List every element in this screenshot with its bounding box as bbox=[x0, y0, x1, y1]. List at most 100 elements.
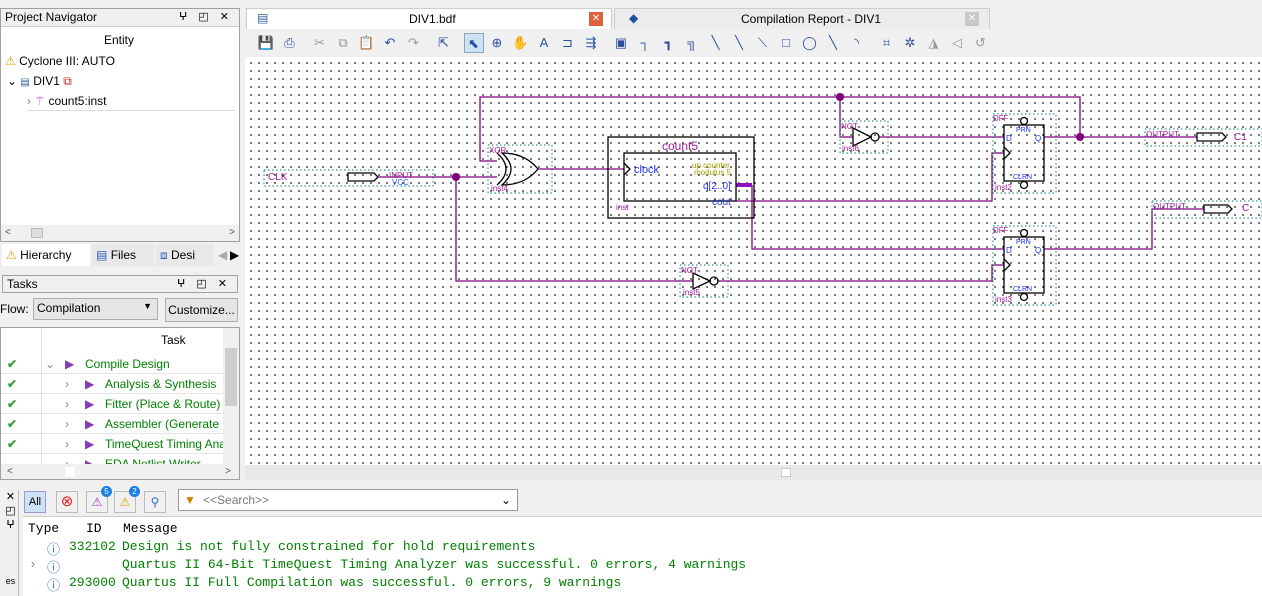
redo-icon[interactable]: ↷ bbox=[404, 33, 424, 53]
column-type[interactable]: Type bbox=[28, 521, 59, 536]
schematic-canvas[interactable]: CLK INPUT VCC XOR inst4 count5 clock up … bbox=[245, 57, 1262, 465]
close-tab-button[interactable]: ✕ bbox=[965, 12, 979, 26]
tab-scroll-right[interactable]: ▶ bbox=[226, 244, 239, 266]
messages-side-controls[interactable]: ✕ ◰ ⵖ es bbox=[3, 490, 19, 596]
vertical-scrollbar[interactable] bbox=[223, 328, 239, 464]
chevron-right-icon[interactable]: › bbox=[65, 394, 69, 413]
not-gate-inst5[interactable] bbox=[692, 271, 719, 291]
editor-tab-compilation-report[interactable]: ◆ Compilation Report - DIV1 ✕ bbox=[614, 8, 990, 29]
task-row[interactable]: ✔ › ▶ Assembler (Generate programming files… bbox=[1, 414, 223, 434]
rotate-icon[interactable]: ↺ bbox=[971, 33, 991, 53]
customize-button[interactable]: Customize... bbox=[165, 298, 238, 322]
wire-q-bus bbox=[751, 185, 1004, 250]
input-pin-symbol[interactable] bbox=[347, 172, 379, 182]
node-tool-icon[interactable]: ╲ bbox=[706, 33, 726, 53]
child-entity-row[interactable]: › ⚚ count5:inst bbox=[27, 91, 235, 111]
arc-tool-icon[interactable]: ◝ bbox=[847, 33, 867, 53]
top-entity-row[interactable]: ⌄ ▤ DIV1 ⧉ bbox=[7, 71, 235, 91]
column-id[interactable]: ID bbox=[86, 521, 102, 536]
device-row[interactable]: ⚠ Cyclone III: AUTO bbox=[5, 51, 115, 71]
task-row[interactable]: ✔ ⌄ ▶ Compile Design bbox=[1, 354, 223, 374]
dff1-clrn: CLRN bbox=[1013, 174, 1032, 181]
rectangle-tool-icon[interactable]: □ bbox=[776, 33, 796, 53]
hierarchy-up-icon[interactable]: ⇱ bbox=[434, 33, 454, 53]
port-cout: cout bbox=[712, 197, 731, 208]
copy-icon[interactable]: ⧉ bbox=[333, 33, 353, 53]
bus-tool-icon[interactable]: ╲ bbox=[729, 33, 749, 53]
text-tool-icon[interactable]: A bbox=[534, 33, 554, 53]
panel-controls[interactable]: ⵖ ◰ ✕ bbox=[177, 276, 231, 292]
flip-vertical-icon[interactable]: ◁ bbox=[947, 33, 967, 53]
filter-warning-button[interactable]: ⚠ 2 bbox=[114, 486, 140, 513]
schematic-diagram[interactable]: CLK INPUT VCC XOR inst4 count5 clock up … bbox=[245, 57, 1262, 465]
panel-controls[interactable]: ⵖ ◰ ✕ bbox=[179, 9, 233, 25]
flip-horizontal-icon[interactable]: ◮ bbox=[924, 33, 944, 53]
line-tool-icon[interactable]: ╲ bbox=[823, 33, 843, 53]
block-tool-icon[interactable]: ▣ bbox=[611, 33, 631, 53]
xor-gate[interactable] bbox=[496, 152, 539, 186]
filter-critical-warning-button[interactable]: ⚠ 5 bbox=[86, 486, 112, 513]
filter-all-button[interactable]: All bbox=[24, 491, 46, 513]
warning-icon: ⚠ bbox=[5, 54, 16, 68]
column-message[interactable]: Message bbox=[123, 521, 178, 536]
chevron-down-icon[interactable]: ⌄ bbox=[7, 74, 17, 88]
zoom-tool-icon[interactable]: ⊕ bbox=[487, 33, 507, 53]
filter-error-button[interactable]: ⊗ bbox=[56, 491, 78, 513]
entity-column-header[interactable]: Entity bbox=[1, 33, 237, 47]
dff2-clrn: CLRN bbox=[1013, 286, 1032, 293]
conduit-tool-icon[interactable]: ⟍ bbox=[753, 33, 773, 53]
symbol-tool-icon[interactable]: ⊐ bbox=[558, 33, 578, 53]
paste-icon[interactable]: 📋 bbox=[357, 33, 377, 53]
chevron-right-icon[interactable]: › bbox=[65, 374, 69, 393]
orthogonal-bus-icon[interactable]: ┓ bbox=[659, 33, 679, 53]
dff2-type: DFF bbox=[993, 226, 1009, 235]
chevron-right-icon[interactable]: › bbox=[27, 94, 31, 108]
tab-label: DIV1.bdf bbox=[409, 12, 456, 26]
message-text[interactable]: Design is not fully constrained for hold… bbox=[122, 539, 535, 554]
task-row[interactable]: ✔ › ▶ Analysis & Synthesis bbox=[1, 374, 223, 394]
selection-tool-icon[interactable]: ⬉ bbox=[463, 33, 484, 53]
task-label: Compile Design bbox=[85, 357, 170, 371]
message-text[interactable]: Quartus II Full Compilation was successf… bbox=[122, 575, 621, 590]
horizontal-scrollbar[interactable]: < > bbox=[1, 464, 239, 479]
editor-tab-div1-bdf[interactable]: ▤ DIV1.bdf ✕ bbox=[246, 8, 612, 29]
chevron-right-icon[interactable]: › bbox=[65, 434, 69, 453]
close-tab-button[interactable]: ✕ bbox=[589, 12, 603, 26]
orthogonal-node-icon[interactable]: ┐ bbox=[635, 33, 655, 53]
print-icon[interactable]: ⎙ bbox=[280, 33, 300, 53]
tab-files[interactable]: ▤ Files bbox=[92, 244, 154, 266]
tab-scroll-left[interactable]: ◀ bbox=[214, 244, 227, 266]
rubberbanding-icon[interactable]: ✲ bbox=[900, 33, 920, 53]
partial-line-select-icon[interactable]: ⌗ bbox=[877, 33, 897, 53]
dff1-inst: inst2 bbox=[995, 183, 1012, 192]
horizontal-scrollbar[interactable]: < > bbox=[1, 225, 239, 241]
save-icon[interactable]: 💾 bbox=[256, 33, 276, 53]
hand-tool-icon[interactable]: ✋ bbox=[511, 33, 531, 53]
flow-select[interactable]: Compilation ▼ bbox=[33, 298, 158, 320]
filter-suppressed-button[interactable]: ⚲ bbox=[144, 491, 166, 513]
tab-hierarchy[interactable]: ⚠ Hierarchy bbox=[2, 244, 90, 266]
dff1-d: D bbox=[1006, 134, 1012, 143]
chevron-right-icon[interactable]: › bbox=[65, 414, 69, 433]
chevron-down-icon[interactable]: ⌄ bbox=[45, 354, 55, 373]
undo-icon[interactable]: ↶ bbox=[380, 33, 400, 53]
chevron-down-icon[interactable]: ⌄ bbox=[501, 490, 511, 510]
task-row[interactable]: ✔ › ▶ TimeQuest Timing Analysis bbox=[1, 434, 223, 454]
output-pin-c[interactable] bbox=[1203, 204, 1233, 214]
cut-icon[interactable]: ✂ bbox=[310, 33, 330, 53]
check-icon: ✔ bbox=[7, 357, 18, 371]
search-placeholder: <<Search>> bbox=[203, 493, 270, 507]
chevron-right-icon[interactable]: › bbox=[29, 557, 37, 572]
task-row[interactable]: ✔ › ▶ Fitter (Place & Route) bbox=[1, 394, 223, 414]
message-text[interactable]: Quartus II 64-Bit TimeQuest Timing Analy… bbox=[122, 557, 746, 572]
oval-tool-icon[interactable]: ◯ bbox=[800, 33, 820, 53]
canvas-horizontal-scrollbar[interactable] bbox=[245, 465, 1262, 480]
check-icon: ✔ bbox=[7, 397, 18, 411]
message-search-input[interactable]: ▼ <<Search>> ⌄ bbox=[178, 489, 518, 511]
pin-tool-icon[interactable]: ⇶ bbox=[581, 33, 601, 53]
output-pin-c1[interactable] bbox=[1196, 132, 1227, 142]
task-column-header[interactable]: Task bbox=[161, 333, 186, 347]
tab-design-units[interactable]: ⧈ Desi bbox=[156, 244, 214, 266]
wire-not1-in bbox=[839, 97, 853, 138]
orthogonal-conduit-icon[interactable]: ╗ bbox=[682, 33, 702, 53]
